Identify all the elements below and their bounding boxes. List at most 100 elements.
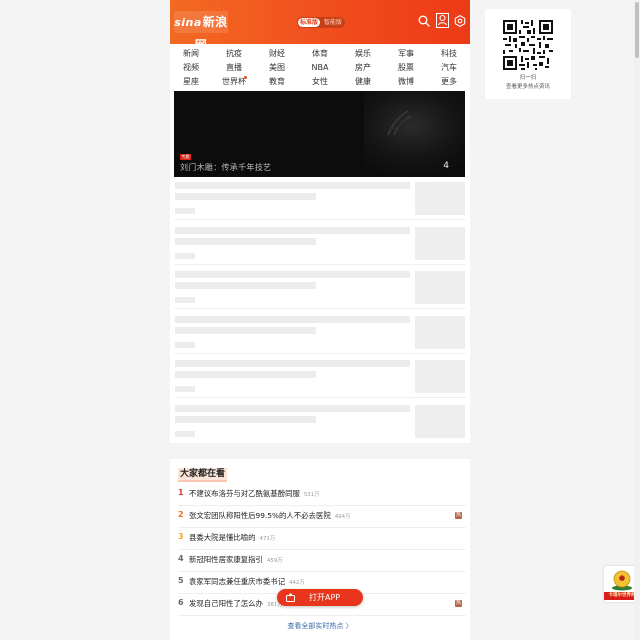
nav-item-military[interactable]: 军事 (385, 48, 427, 60)
view-all-hot-link[interactable]: 查看全部实时热点 〉 (170, 621, 470, 631)
section-separator (170, 443, 470, 459)
banner-image (364, 91, 465, 177)
hot-title: 发现自己阳性了怎么办 (189, 599, 263, 608)
skeleton-thumb (415, 405, 465, 438)
hot-text: 县委大院是懂比喻的 471万 (189, 532, 275, 543)
page-scrollbar[interactable] (634, 0, 640, 640)
skeleton-line (175, 193, 316, 200)
skeleton-line (175, 238, 316, 245)
hot-count: 459万 (266, 558, 283, 564)
skeleton-line (175, 316, 410, 323)
nav-item-worldcup-label: 世界杯 (222, 77, 246, 86)
hot-count: 471万 (259, 536, 276, 542)
hot-text: 新冠阳性居家康复指引 459万 (189, 554, 283, 565)
hot-title: 袁家军同志兼任重庆市委书记 (189, 577, 286, 586)
nav-item-sports[interactable]: 体育 (299, 48, 341, 60)
skeleton-line (175, 182, 410, 189)
skeleton-line (175, 282, 316, 289)
nav-item-news[interactable]: 新闻 (170, 48, 212, 60)
hot-badge-icon: 热 (455, 600, 462, 607)
hot-item[interactable]: 3 县委大院是懂比喻的 471万 (170, 528, 470, 550)
nav-item-photos[interactable]: 美图 (256, 62, 298, 74)
settings-icon[interactable] (454, 15, 466, 27)
channel-nav: 新闻 抗疫 财经 体育 娱乐 军事 科技 视频 直播 美图 NBA 房产 股票 … (170, 45, 470, 91)
nav-item-women[interactable]: 女性 (299, 76, 341, 88)
nav-item-realestate[interactable]: 房产 (342, 62, 384, 74)
mode-standard[interactable]: 标准版 (298, 18, 320, 27)
divider (178, 615, 466, 616)
hot-rank: 3 (178, 532, 184, 541)
hot-text: 袁家军同志兼任重庆市委书记 442万 (189, 576, 305, 587)
skeleton-thumb (415, 316, 465, 349)
sina-logo[interactable]: sina新浪网 (174, 11, 228, 52)
hot-item[interactable]: 1 不建议布洛芬与对乙酰氨基酚同服 531万 (170, 484, 470, 506)
skeleton-line (175, 271, 410, 278)
hot-text: 发现自己阳性了怎么办 381万 (189, 598, 283, 609)
open-app-label: 打开APP (309, 593, 341, 602)
search-icon[interactable] (418, 15, 430, 27)
skeleton-line (175, 431, 195, 437)
main-column: sina新浪网 标准版 智能版 新闻 抗疫 财经 体育 娱乐 军事 科技 视频 … (170, 0, 470, 640)
nav-item-finance[interactable]: 财经 (256, 48, 298, 60)
scrollbar-thumb[interactable] (635, 2, 639, 58)
hot-rank: 5 (178, 576, 184, 585)
hot-section-title: 大家都在看 (178, 468, 228, 482)
hot-item[interactable]: 2 张文宏团队称阳性后99.5%的人不必去医院 494万 热 (170, 506, 470, 528)
nav-item-education[interactable]: 教育 (256, 76, 298, 88)
qr-caption: 扫一扫 (519, 75, 537, 81)
user-icon[interactable] (436, 13, 449, 28)
skeleton-thumb (415, 271, 465, 304)
banner-caption: 刘门木雕：传承千年技艺 (180, 163, 272, 172)
hot-rank: 1 (178, 488, 184, 497)
skeleton-line (175, 371, 316, 378)
nav-item-live[interactable]: 直播 (213, 62, 255, 74)
hot-title: 不建议布洛芬与对乙酰氨基酚同服 (189, 489, 300, 498)
hot-badge-icon: 热 (455, 512, 462, 519)
hot-rank: 2 (178, 510, 184, 519)
hot-item[interactable]: 4 新冠阳性居家康复指引 459万 (170, 550, 470, 572)
hot-section-title-text: 大家都在看 (180, 469, 226, 479)
mode-smart[interactable]: 智能版 (322, 17, 344, 28)
new-dot-icon (244, 76, 247, 79)
skeleton-line (175, 360, 410, 367)
nav-item-more[interactable]: 更多 (428, 76, 470, 88)
skeleton-line (175, 416, 316, 423)
app-icon (286, 593, 295, 602)
nav-item-entertainment[interactable]: 娱乐 (342, 48, 384, 60)
nav-item-health[interactable]: 健康 (342, 76, 384, 88)
hot-title: 张文宏团队称阳性后99.5%的人不必去医院 (189, 511, 331, 520)
banner-artwork (387, 110, 412, 136)
hot-text: 张文宏团队称阳性后99.5%的人不必去医院 494万 (189, 510, 350, 521)
nav-item-auto[interactable]: 汽车 (428, 62, 470, 74)
logo-eye: sina (174, 16, 202, 29)
skeleton-line (175, 208, 195, 214)
skeleton-thumb (415, 182, 465, 215)
divider (174, 353, 466, 354)
open-app-button[interactable]: 打开APP (277, 589, 363, 606)
divider (174, 219, 466, 220)
nav-item-tech[interactable]: 科技 (428, 48, 470, 60)
skeleton-line (175, 297, 195, 303)
nav-item-stocks[interactable]: 股票 (385, 62, 427, 74)
nav-item-video[interactable]: 视频 (170, 62, 212, 74)
divider (174, 397, 466, 398)
skeleton-thumb (415, 360, 465, 393)
nav-item-horoscope[interactable]: 星座 (170, 76, 212, 88)
nav-item-worldcup[interactable]: 世界杯 (213, 76, 255, 88)
skeleton-line (175, 386, 195, 392)
hot-title: 县委大院是懂比喻的 (189, 533, 256, 542)
qr-subcaption: 查看更多热点资讯 (505, 84, 550, 90)
nav-item-weibo[interactable]: 微博 (385, 76, 427, 88)
mode-toggle[interactable]: 标准版 智能版 (297, 17, 345, 28)
focus-banner[interactable]: 专题 刘门木雕：传承千年技艺 4 (174, 91, 465, 177)
divider (174, 308, 466, 309)
skeleton-thumb (415, 227, 465, 260)
divider (174, 264, 466, 265)
hot-rank: 4 (178, 554, 184, 563)
nav-item-nba[interactable]: NBA (299, 62, 341, 74)
nav-item-antiepidemic[interactable]: 抗疫 (213, 48, 255, 60)
hot-count: 494万 (334, 514, 351, 520)
header-bar: sina新浪网 标准版 智能版 (170, 0, 470, 52)
hot-rank: 6 (178, 598, 184, 607)
skeleton-line (175, 253, 195, 259)
